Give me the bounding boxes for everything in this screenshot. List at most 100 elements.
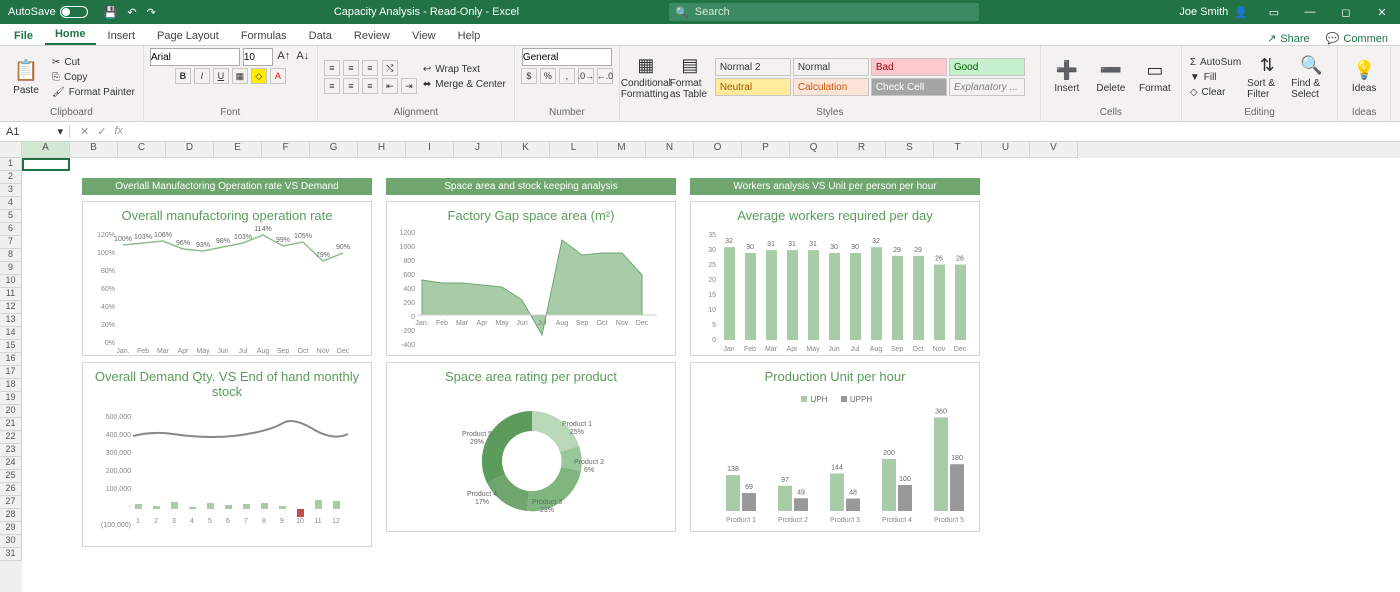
comments-button[interactable]: 💬Commen [1318, 32, 1396, 45]
style-neutral[interactable]: Neutral [715, 78, 791, 96]
row-header[interactable]: 7 [0, 236, 22, 249]
col-header[interactable]: E [214, 142, 262, 158]
format-as-table-button[interactable]: ▤Format as Table [670, 55, 710, 100]
row-header[interactable]: 17 [0, 366, 22, 379]
row-header[interactable]: 22 [0, 431, 22, 444]
tab-page-layout[interactable]: Page Layout [147, 27, 229, 45]
col-header[interactable]: F [262, 142, 310, 158]
col-header[interactable]: A [22, 142, 70, 158]
tab-help[interactable]: Help [448, 27, 491, 45]
row-header[interactable]: 5 [0, 210, 22, 223]
indent-dec-icon[interactable]: ⇤ [382, 78, 398, 94]
row-header[interactable]: 19 [0, 392, 22, 405]
align-bottom-icon[interactable]: ≡ [362, 60, 378, 76]
tab-formulas[interactable]: Formulas [231, 27, 297, 45]
fill-button[interactable]: ▼Fill [1188, 71, 1243, 84]
enter-formula-icon[interactable]: ✓ [97, 125, 106, 138]
copy-button[interactable]: ⎘Copy [50, 71, 137, 84]
align-middle-icon[interactable]: ≡ [343, 60, 359, 76]
row-header[interactable]: 21 [0, 418, 22, 431]
row-header[interactable]: 15 [0, 340, 22, 353]
undo-icon[interactable]: ↶ [127, 6, 136, 19]
shrink-font-icon[interactable]: A↓ [295, 48, 311, 64]
row-header[interactable]: 14 [0, 327, 22, 340]
user-name[interactable]: Joe Smith [1179, 6, 1228, 18]
select-all-corner[interactable] [0, 142, 22, 158]
row-header[interactable]: 30 [0, 535, 22, 548]
style-bad[interactable]: Bad [871, 58, 947, 76]
percent-icon[interactable]: % [540, 68, 556, 84]
col-header[interactable]: U [982, 142, 1030, 158]
row-header[interactable]: 27 [0, 496, 22, 509]
font-name-select[interactable] [150, 48, 240, 66]
col-header[interactable]: S [886, 142, 934, 158]
save-icon[interactable]: 💾 [104, 6, 118, 19]
col-header[interactable]: I [406, 142, 454, 158]
col-header[interactable]: C [118, 142, 166, 158]
align-center-icon[interactable]: ≡ [343, 78, 359, 94]
indent-inc-icon[interactable]: ⇥ [401, 78, 417, 94]
col-header[interactable]: L [550, 142, 598, 158]
style-normal[interactable]: Normal [793, 58, 869, 76]
row-header[interactable]: 9 [0, 262, 22, 275]
align-left-icon[interactable]: ≡ [324, 78, 340, 94]
align-right-icon[interactable]: ≡ [362, 78, 378, 94]
conditional-formatting-button[interactable]: ▦Conditional Formatting [626, 55, 666, 100]
redo-icon[interactable]: ↷ [147, 6, 156, 19]
row-header[interactable]: 20 [0, 405, 22, 418]
autosave-toggle[interactable] [60, 6, 88, 18]
font-size-select[interactable] [243, 48, 273, 66]
find-select-button[interactable]: 🔍Find & Select [1291, 55, 1331, 100]
col-header[interactable]: K [502, 142, 550, 158]
row-header[interactable]: 25 [0, 470, 22, 483]
row-header[interactable]: 6 [0, 223, 22, 236]
style-check-cell[interactable]: Check Cell [871, 78, 947, 96]
wrap-text-button[interactable]: ↩Wrap Text [421, 63, 508, 76]
paste-button[interactable]: 📋Paste [6, 58, 46, 96]
decimal-inc-icon[interactable]: .0→ [578, 68, 594, 84]
row-header[interactable]: 12 [0, 301, 22, 314]
row-header[interactable]: 3 [0, 184, 22, 197]
row-header[interactable]: 2 [0, 171, 22, 184]
col-header[interactable]: H [358, 142, 406, 158]
style-normal2[interactable]: Normal 2 [715, 58, 791, 76]
row-header[interactable]: 10 [0, 275, 22, 288]
style-calculation[interactable]: Calculation [793, 78, 869, 96]
chart-uph[interactable]: Production Unit per hour UPHUPPH13869974… [690, 362, 980, 532]
number-format-select[interactable] [522, 48, 612, 66]
maximize-icon[interactable]: ◻ [1328, 6, 1364, 19]
tab-file[interactable]: File [4, 27, 43, 45]
clear-button[interactable]: ◇Clear [1188, 86, 1243, 99]
align-top-icon[interactable]: ≡ [324, 60, 340, 76]
row-header[interactable]: 18 [0, 379, 22, 392]
style-good[interactable]: Good [949, 58, 1025, 76]
autosum-button[interactable]: ΣAutoSum [1188, 56, 1243, 69]
name-box[interactable]: A1▾ [0, 125, 70, 138]
worksheet-canvas[interactable]: Overlall Manufactoring Operation rate VS… [22, 158, 1400, 592]
col-header[interactable]: R [838, 142, 886, 158]
col-header[interactable]: J [454, 142, 502, 158]
col-header[interactable]: M [598, 142, 646, 158]
sort-filter-button[interactable]: ⇅Sort & Filter [1247, 55, 1287, 100]
insert-cells-button[interactable]: ➕Insert [1047, 60, 1087, 94]
cut-button[interactable]: ✂Cut [50, 56, 137, 69]
tab-view[interactable]: View [402, 27, 446, 45]
tab-review[interactable]: Review [344, 27, 400, 45]
chart-gap-space[interactable]: Factory Gap space area (m²) 120010008006… [386, 201, 676, 356]
chart-space-rating[interactable]: Space area rating per product Product 12… [386, 362, 676, 532]
col-header[interactable]: G [310, 142, 358, 158]
tab-data[interactable]: Data [299, 27, 342, 45]
row-header[interactable]: 16 [0, 353, 22, 366]
row-header[interactable]: 13 [0, 314, 22, 327]
row-header[interactable]: 28 [0, 509, 22, 522]
decimal-dec-icon[interactable]: ←.0 [597, 68, 613, 84]
row-header[interactable]: 8 [0, 249, 22, 262]
cancel-formula-icon[interactable]: ✕ [80, 125, 89, 138]
tab-home[interactable]: Home [45, 25, 96, 45]
row-header[interactable]: 1 [0, 158, 22, 171]
italic-button[interactable]: I [194, 68, 210, 84]
ideas-button[interactable]: 💡Ideas [1344, 60, 1384, 94]
col-header[interactable]: P [742, 142, 790, 158]
tab-insert[interactable]: Insert [98, 27, 146, 45]
fx-icon[interactable]: fx [114, 125, 123, 138]
